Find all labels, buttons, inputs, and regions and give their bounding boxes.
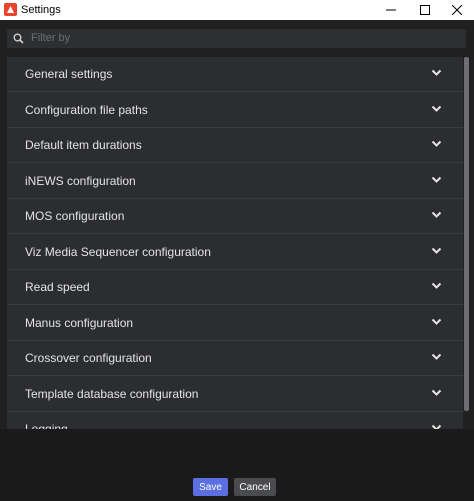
- settings-section-label: Manus configuration: [25, 316, 134, 330]
- settings-section-label: Read speed: [25, 280, 90, 294]
- settings-section-row[interactable]: Default item durations: [7, 128, 463, 163]
- settings-section-label: Viz Media Sequencer configuration: [25, 245, 211, 259]
- chevron-down-icon[interactable]: [431, 247, 442, 255]
- list-scrollbar[interactable]: [464, 57, 469, 411]
- settings-section-row[interactable]: Logging: [7, 412, 463, 429]
- cancel-button[interactable]: Cancel: [234, 478, 276, 496]
- settings-section-row[interactable]: Read speed: [7, 270, 463, 305]
- settings-section-row[interactable]: Viz Media Sequencer configuration: [7, 235, 463, 270]
- title-bar: Settings: [0, 0, 474, 20]
- chevron-down-icon[interactable]: [431, 211, 442, 219]
- chevron-down-icon[interactable]: [431, 353, 442, 361]
- settings-section-label: Configuration file paths: [25, 103, 148, 117]
- window-title: Settings: [21, 4, 61, 16]
- filter-bar[interactable]: [7, 29, 466, 48]
- search-icon: [13, 33, 24, 44]
- settings-section-label: Default item durations: [25, 138, 142, 152]
- settings-section-label: Logging: [25, 422, 68, 429]
- chevron-down-icon[interactable]: [431, 318, 442, 326]
- settings-section-row[interactable]: MOS configuration: [7, 199, 463, 234]
- settings-section-list: General settings Configuration file paths…: [7, 57, 463, 429]
- close-button[interactable]: [440, 0, 474, 20]
- settings-section-label: Crossover configuration: [25, 351, 152, 365]
- chevron-down-icon[interactable]: [431, 389, 442, 397]
- settings-section-label: General settings: [25, 67, 113, 81]
- settings-section-row[interactable]: Template database configuration: [7, 377, 463, 412]
- save-button[interactable]: Save: [193, 478, 228, 496]
- minimize-button[interactable]: [374, 0, 408, 20]
- chevron-down-icon[interactable]: [431, 69, 442, 77]
- maximize-icon: [420, 5, 430, 15]
- settings-section-row[interactable]: iNEWS configuration: [7, 164, 463, 199]
- filter-input[interactable]: [31, 30, 451, 46]
- settings-section-row[interactable]: Manus configuration: [7, 306, 463, 341]
- settings-section-label: MOS configuration: [25, 209, 125, 223]
- minimize-icon: [386, 9, 396, 11]
- app-logo-icon: [4, 3, 17, 16]
- chevron-down-icon[interactable]: [431, 140, 442, 148]
- settings-section-row[interactable]: General settings: [7, 57, 463, 92]
- settings-section-row[interactable]: Crossover configuration: [7, 341, 463, 376]
- settings-section-label: iNEWS configuration: [25, 174, 136, 188]
- chevron-down-icon[interactable]: [431, 282, 442, 290]
- chevron-down-icon[interactable]: [431, 176, 442, 184]
- settings-section-label: Template database configuration: [25, 387, 199, 401]
- maximize-button[interactable]: [408, 0, 442, 20]
- settings-section-row[interactable]: Configuration file paths: [7, 93, 463, 128]
- chevron-down-icon[interactable]: [431, 105, 442, 113]
- close-icon: [452, 5, 462, 15]
